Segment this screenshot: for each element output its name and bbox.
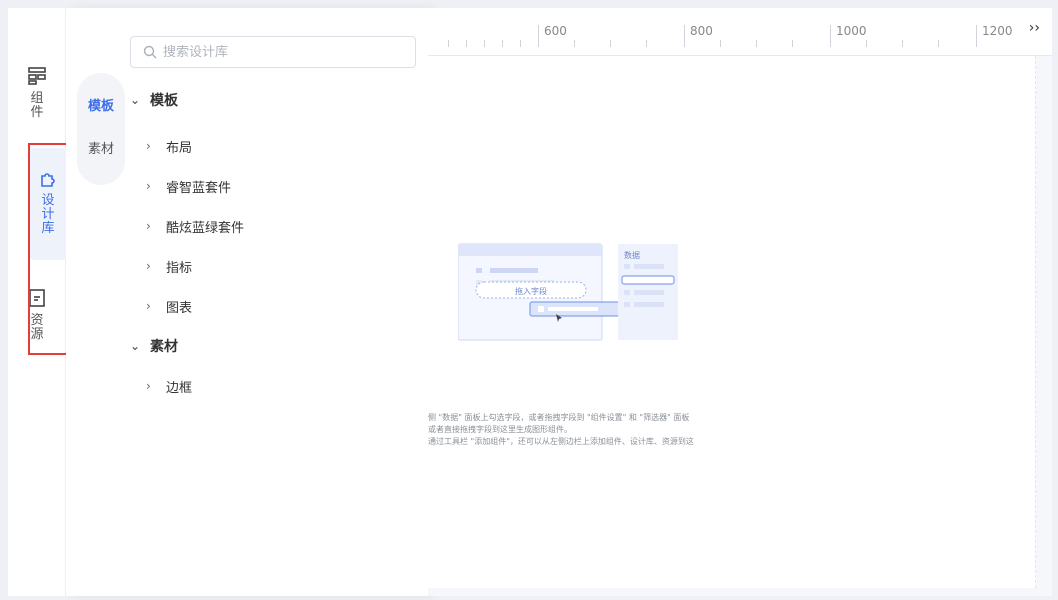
- rail-label-resources: 资源: [30, 313, 44, 342]
- tree-item-label: 睿智蓝套件: [166, 180, 232, 196]
- tree-item-cool-blue-green-kit[interactable]: › 酷炫蓝绿套件: [146, 216, 244, 236]
- tree-item-label: 图表: [166, 300, 193, 316]
- empty-state-illustration: 拖入字段 数据: [458, 243, 678, 341]
- tree-item-label: 布局: [166, 140, 193, 156]
- tree-group-materials[interactable]: ⌄ 素材: [130, 336, 178, 356]
- chevron-down-icon: ⌄: [130, 93, 141, 107]
- ruler-label-800: 800: [690, 24, 713, 38]
- components-icon: [28, 67, 46, 85]
- rail-label-design-library: 设计库: [41, 193, 55, 236]
- chevron-right-icon: ›: [146, 299, 151, 313]
- ruler-label-1000: 1000: [836, 24, 867, 38]
- search-icon: [143, 45, 157, 59]
- chevron-right-icon: ›: [146, 379, 151, 393]
- data-panel-title: 数据: [624, 250, 640, 260]
- canvas-area[interactable]: 600 800 1000 1200 ›› 拖入字段 数据 侧 "数据" 面板上勾…: [428, 8, 1052, 596]
- search-box[interactable]: [130, 36, 416, 68]
- rail-item-design-library[interactable]: 设计库: [29, 148, 67, 260]
- tree-item-label: 酷炫蓝绿套件: [166, 220, 245, 236]
- empty-state-hint: 侧 "数据" 面板上勾选字段，或者拖拽字段到 "组件设置" 和 "筛选器" 面板…: [428, 412, 694, 448]
- canvas-page[interactable]: 拖入字段 数据 侧 "数据" 面板上勾选字段，或者拖拽字段到 "组件设置" 和 …: [428, 56, 1036, 588]
- left-rail: 组件 设计库 资源: [8, 8, 67, 596]
- tree-item-label: 边框: [166, 380, 193, 396]
- ruler-label-1200: 1200: [982, 24, 1013, 38]
- rail-item-components[interactable]: 组件: [8, 66, 66, 120]
- hint-line: 或者直接拖拽字段到这里生成图形组件。: [428, 425, 572, 434]
- tree-group-label: 素材: [150, 339, 178, 355]
- tree-item-charts[interactable]: › 图表: [146, 296, 192, 316]
- puzzle-icon: [41, 173, 55, 187]
- chevron-right-icon: ›: [146, 219, 151, 233]
- tree-item-indicators[interactable]: › 指标: [146, 256, 192, 276]
- rail-label-components: 组件: [30, 91, 44, 120]
- tree-item-label: 指标: [166, 260, 193, 276]
- subtabs: 模板 素材: [77, 73, 125, 185]
- app-frame: 组件 设计库 资源 ⌄ 模板: [8, 8, 1052, 596]
- tree-item-border[interactable]: › 边框: [146, 376, 192, 396]
- hint-line: 通过工具栏 "添加组件"，还可以从左侧边栏上添加组件、设计库、资源到这: [428, 437, 694, 446]
- drop-field-label: 拖入字段: [515, 286, 547, 296]
- rail-item-resources[interactable]: 资源: [8, 288, 66, 342]
- document-icon: [29, 289, 45, 307]
- search-input[interactable]: [163, 44, 403, 60]
- tree-group-label: 模板: [150, 93, 178, 109]
- chevron-right-icon: ›: [146, 139, 151, 153]
- hint-line: 侧 "数据" 面板上勾选字段，或者拖拽字段到 "组件设置" 和 "筛选器" 面板: [428, 413, 690, 422]
- tree-group-templates[interactable]: ⌄ 模板: [130, 90, 178, 110]
- chevron-right-icon: ›: [146, 179, 151, 193]
- ruler-label-600: 600: [544, 24, 567, 38]
- chevron-down-icon: ⌄: [130, 339, 141, 353]
- tree-item-layout[interactable]: › 布局: [146, 136, 192, 156]
- tab-materials[interactable]: 素材: [88, 138, 114, 157]
- more-icon[interactable]: ››: [1029, 20, 1040, 36]
- horizontal-ruler: 600 800 1000 1200 ››: [428, 8, 1052, 56]
- tree-item-smart-blue-kit[interactable]: › 睿智蓝套件: [146, 176, 231, 196]
- tab-templates[interactable]: 模板: [88, 95, 114, 114]
- chevron-right-icon: ›: [146, 259, 151, 273]
